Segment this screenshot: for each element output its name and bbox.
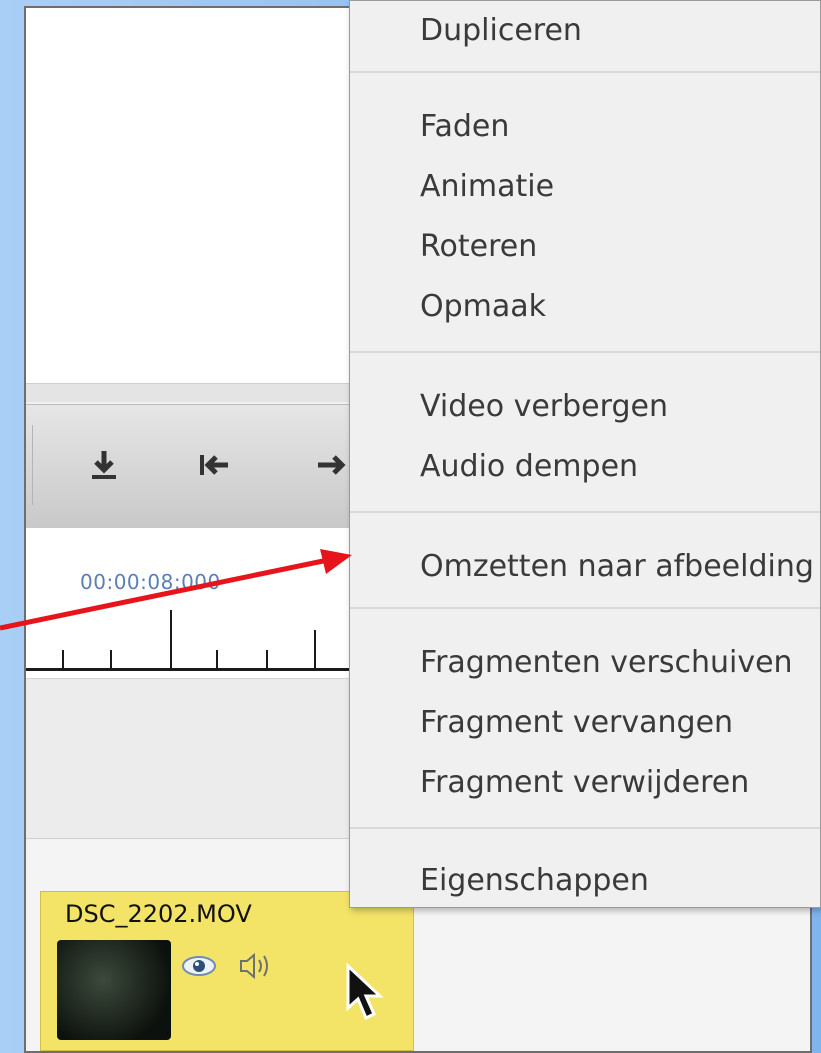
menu-item-video-verbergen[interactable]: Video verbergen bbox=[420, 389, 668, 424]
ruler-tick bbox=[62, 650, 64, 670]
eye-icon[interactable] bbox=[181, 954, 217, 978]
menu-separator bbox=[350, 351, 820, 353]
menu-separator bbox=[350, 827, 820, 829]
ruler-tick bbox=[266, 650, 268, 670]
download-button[interactable] bbox=[84, 445, 124, 485]
menu-item-dupliceren[interactable]: Dupliceren bbox=[420, 13, 582, 48]
forward-button[interactable] bbox=[312, 445, 352, 485]
toolbar-divider bbox=[32, 425, 33, 505]
speaker-icon[interactable] bbox=[237, 950, 277, 982]
skip-to-start-icon bbox=[200, 455, 228, 475]
ruler-tick-major bbox=[170, 610, 172, 670]
ruler-tick bbox=[110, 650, 112, 670]
ruler-tick bbox=[216, 650, 218, 670]
clip-name: DSC_2202.MOV bbox=[65, 900, 252, 928]
menu-item-fragment-vervangen[interactable]: Fragment vervangen bbox=[420, 705, 733, 740]
menu-separator bbox=[350, 607, 820, 609]
menu-item-fragmenten-verschuiven[interactable]: Fragmenten verschuiven bbox=[420, 645, 793, 680]
context-menu: Dupliceren Faden Animatie Roteren Opmaak… bbox=[349, 0, 821, 908]
menu-item-opmaak[interactable]: Opmaak bbox=[420, 289, 546, 324]
mouse-pointer-icon bbox=[346, 962, 384, 1021]
menu-separator bbox=[350, 511, 820, 513]
skip-to-start-button[interactable] bbox=[194, 445, 234, 485]
menu-item-eigenschappen[interactable]: Eigenschappen bbox=[420, 863, 649, 898]
menu-item-fragment-verwijderen[interactable]: Fragment verwijderen bbox=[420, 765, 749, 800]
download-icon bbox=[92, 451, 116, 479]
menu-item-faden[interactable]: Faden bbox=[420, 109, 509, 144]
menu-item-audio-dempen[interactable]: Audio dempen bbox=[420, 449, 638, 484]
arrow-right-icon bbox=[318, 455, 346, 475]
menu-item-omzetten-naar-afbeelding[interactable]: Omzetten naar afbeelding bbox=[420, 549, 814, 584]
menu-separator bbox=[350, 71, 820, 73]
timecode-label: 00:00:08:000 bbox=[80, 570, 221, 594]
ruler-tick bbox=[314, 630, 316, 670]
clip-thumbnail bbox=[57, 940, 171, 1040]
menu-item-roteren[interactable]: Roteren bbox=[420, 229, 537, 264]
menu-item-animatie[interactable]: Animatie bbox=[420, 169, 554, 204]
